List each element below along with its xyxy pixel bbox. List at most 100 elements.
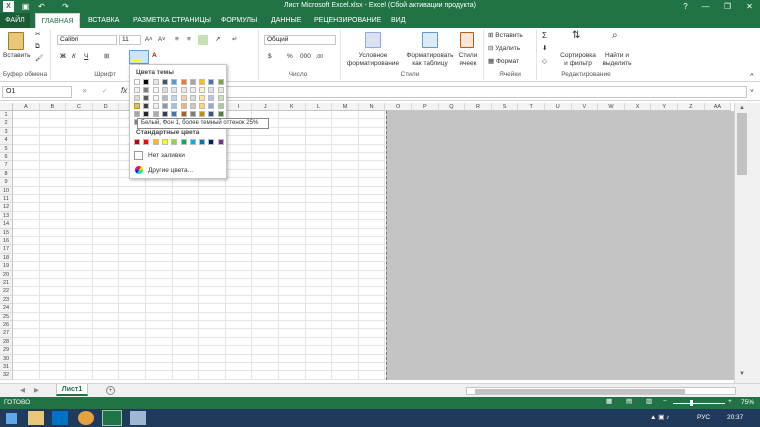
theme-color-swatch[interactable] bbox=[134, 87, 140, 93]
borders-icon[interactable]: ⊞ bbox=[104, 53, 109, 61]
cell-styles-button[interactable]: Стили ячеек bbox=[455, 52, 481, 68]
column-header[interactable]: P bbox=[412, 103, 439, 111]
collapse-ribbon-icon[interactable]: ˄ bbox=[750, 72, 754, 80]
theme-color-swatch[interactable] bbox=[199, 87, 206, 93]
theme-color-swatch[interactable] bbox=[208, 111, 215, 117]
theme-color-swatch[interactable] bbox=[208, 95, 215, 101]
theme-color-swatch[interactable] bbox=[180, 87, 187, 93]
thousands-button[interactable]: 000 bbox=[300, 53, 311, 61]
column-header[interactable]: C bbox=[66, 103, 93, 111]
cell-styles-icon[interactable] bbox=[460, 32, 474, 48]
standard-color-swatch[interactable] bbox=[134, 139, 140, 145]
worksheet-grid[interactable]: ABCDEFGHIJKLMNOPQRSTUVWXYZAA 12345678910… bbox=[0, 103, 734, 380]
find-select-button[interactable]: Найти и выделить bbox=[600, 52, 634, 68]
theme-color-swatch[interactable] bbox=[217, 111, 224, 117]
theme-color-swatch[interactable] bbox=[217, 79, 224, 85]
explorer-icon[interactable] bbox=[28, 411, 44, 425]
theme-color-swatch[interactable] bbox=[171, 95, 178, 101]
paste-label[interactable]: Вставить bbox=[3, 52, 31, 60]
theme-color-swatch[interactable] bbox=[134, 111, 140, 117]
standard-color-swatch[interactable] bbox=[161, 139, 168, 145]
orientation-icon[interactable]: ↗ bbox=[215, 36, 220, 44]
theme-color-swatch[interactable] bbox=[189, 111, 196, 117]
theme-color-swatch[interactable] bbox=[199, 95, 206, 101]
more-colors-option[interactable]: Другие цвета... bbox=[148, 167, 193, 175]
theme-color-swatch[interactable] bbox=[171, 79, 178, 85]
theme-color-swatch[interactable] bbox=[199, 79, 206, 85]
theme-color-swatch[interactable] bbox=[152, 87, 159, 93]
theme-color-swatch[interactable] bbox=[199, 103, 206, 109]
standard-color-swatch[interactable] bbox=[189, 139, 196, 145]
enter-icon[interactable]: ✓ bbox=[102, 88, 107, 96]
column-header[interactable]: M bbox=[332, 103, 359, 111]
column-header[interactable]: Q bbox=[438, 103, 466, 111]
theme-color-swatch[interactable] bbox=[208, 103, 215, 109]
font-name-combo[interactable]: Calibri bbox=[57, 35, 117, 45]
no-fill-option[interactable]: Нет заливки bbox=[148, 152, 185, 160]
tab-data[interactable]: ДАННЫЕ bbox=[268, 13, 304, 28]
zoom-slider[interactable] bbox=[673, 403, 725, 404]
row-header[interactable]: 26 bbox=[0, 321, 13, 330]
theme-color-swatch[interactable] bbox=[208, 79, 215, 85]
help-button[interactable]: ? bbox=[680, 1, 691, 12]
row-header[interactable]: 21 bbox=[0, 279, 13, 288]
column-header[interactable]: Y bbox=[651, 103, 678, 111]
theme-color-swatch[interactable] bbox=[217, 87, 224, 93]
theme-color-swatch[interactable] bbox=[189, 103, 196, 109]
row-header[interactable]: 27 bbox=[0, 329, 13, 338]
scroll-thumb[interactable] bbox=[737, 113, 747, 175]
theme-color-swatch[interactable] bbox=[171, 103, 178, 109]
row-header[interactable]: 7 bbox=[0, 161, 13, 170]
theme-color-swatch[interactable] bbox=[161, 95, 168, 101]
fill-icon[interactable]: ⬇ bbox=[542, 45, 547, 53]
row-header[interactable]: 19 bbox=[0, 262, 13, 271]
standard-color-swatch[interactable] bbox=[208, 139, 215, 145]
column-header[interactable]: N bbox=[358, 103, 386, 111]
row-header[interactable]: 13 bbox=[0, 211, 13, 221]
row-header[interactable]: 8 bbox=[0, 169, 13, 179]
column-header[interactable]: A bbox=[13, 103, 40, 111]
italic-button[interactable]: К bbox=[72, 53, 76, 61]
theme-color-swatch[interactable] bbox=[152, 111, 159, 117]
chrome-icon[interactable] bbox=[78, 411, 94, 425]
close-button[interactable]: ✕ bbox=[744, 1, 755, 12]
align-middle-icon[interactable]: ≡ bbox=[187, 36, 191, 44]
theme-color-swatch[interactable] bbox=[171, 87, 178, 93]
theme-color-swatch[interactable] bbox=[217, 95, 224, 101]
theme-color-swatch[interactable] bbox=[143, 95, 150, 101]
clear-icon[interactable]: ◇ bbox=[542, 58, 547, 66]
font-color-icon[interactable]: A bbox=[152, 52, 157, 60]
column-header[interactable]: R bbox=[465, 103, 492, 111]
sort-filter-icon[interactable]: ⇅ bbox=[572, 31, 580, 41]
autosum-icon[interactable]: Σ bbox=[542, 32, 547, 40]
row-header[interactable]: 16 bbox=[0, 237, 13, 246]
percent-button[interactable]: % bbox=[287, 53, 293, 61]
zoom-in-icon[interactable]: + bbox=[728, 398, 732, 406]
theme-color-swatch[interactable] bbox=[189, 87, 196, 93]
theme-color-swatch[interactable] bbox=[152, 79, 159, 85]
column-header[interactable]: Z bbox=[678, 103, 705, 111]
theme-color-swatch[interactable] bbox=[161, 87, 168, 93]
theme-color-swatch[interactable] bbox=[180, 111, 187, 117]
theme-color-swatch[interactable] bbox=[152, 103, 159, 109]
format-cells-button[interactable]: ▦ Формат bbox=[488, 58, 519, 66]
row-header[interactable]: 12 bbox=[0, 203, 13, 212]
row-header[interactable]: 24 bbox=[0, 304, 13, 313]
paste-icon[interactable] bbox=[8, 32, 24, 50]
zoom-level[interactable]: 75% bbox=[741, 399, 754, 407]
column-header[interactable]: T bbox=[518, 103, 545, 111]
theme-color-swatch[interactable] bbox=[189, 79, 196, 85]
excel-taskbar-icon[interactable] bbox=[102, 410, 122, 426]
find-select-icon[interactable]: ⌕ bbox=[612, 31, 618, 41]
row-header[interactable]: 10 bbox=[0, 186, 13, 195]
vertical-scrollbar[interactable]: ▲ ▼ bbox=[734, 103, 760, 383]
theme-color-swatch[interactable] bbox=[171, 111, 178, 117]
format-table-button[interactable]: Форматировать как таблицу bbox=[404, 52, 456, 68]
delete-cells-button[interactable]: ⊟ Удалить bbox=[488, 45, 520, 53]
outlook-icon[interactable] bbox=[52, 411, 68, 425]
bold-button[interactable]: Ж bbox=[60, 53, 66, 61]
theme-color-swatch[interactable] bbox=[143, 87, 150, 93]
theme-color-swatch[interactable] bbox=[199, 111, 206, 117]
theme-color-swatch[interactable] bbox=[217, 103, 224, 109]
zoom-slider-thumb[interactable] bbox=[690, 400, 693, 406]
